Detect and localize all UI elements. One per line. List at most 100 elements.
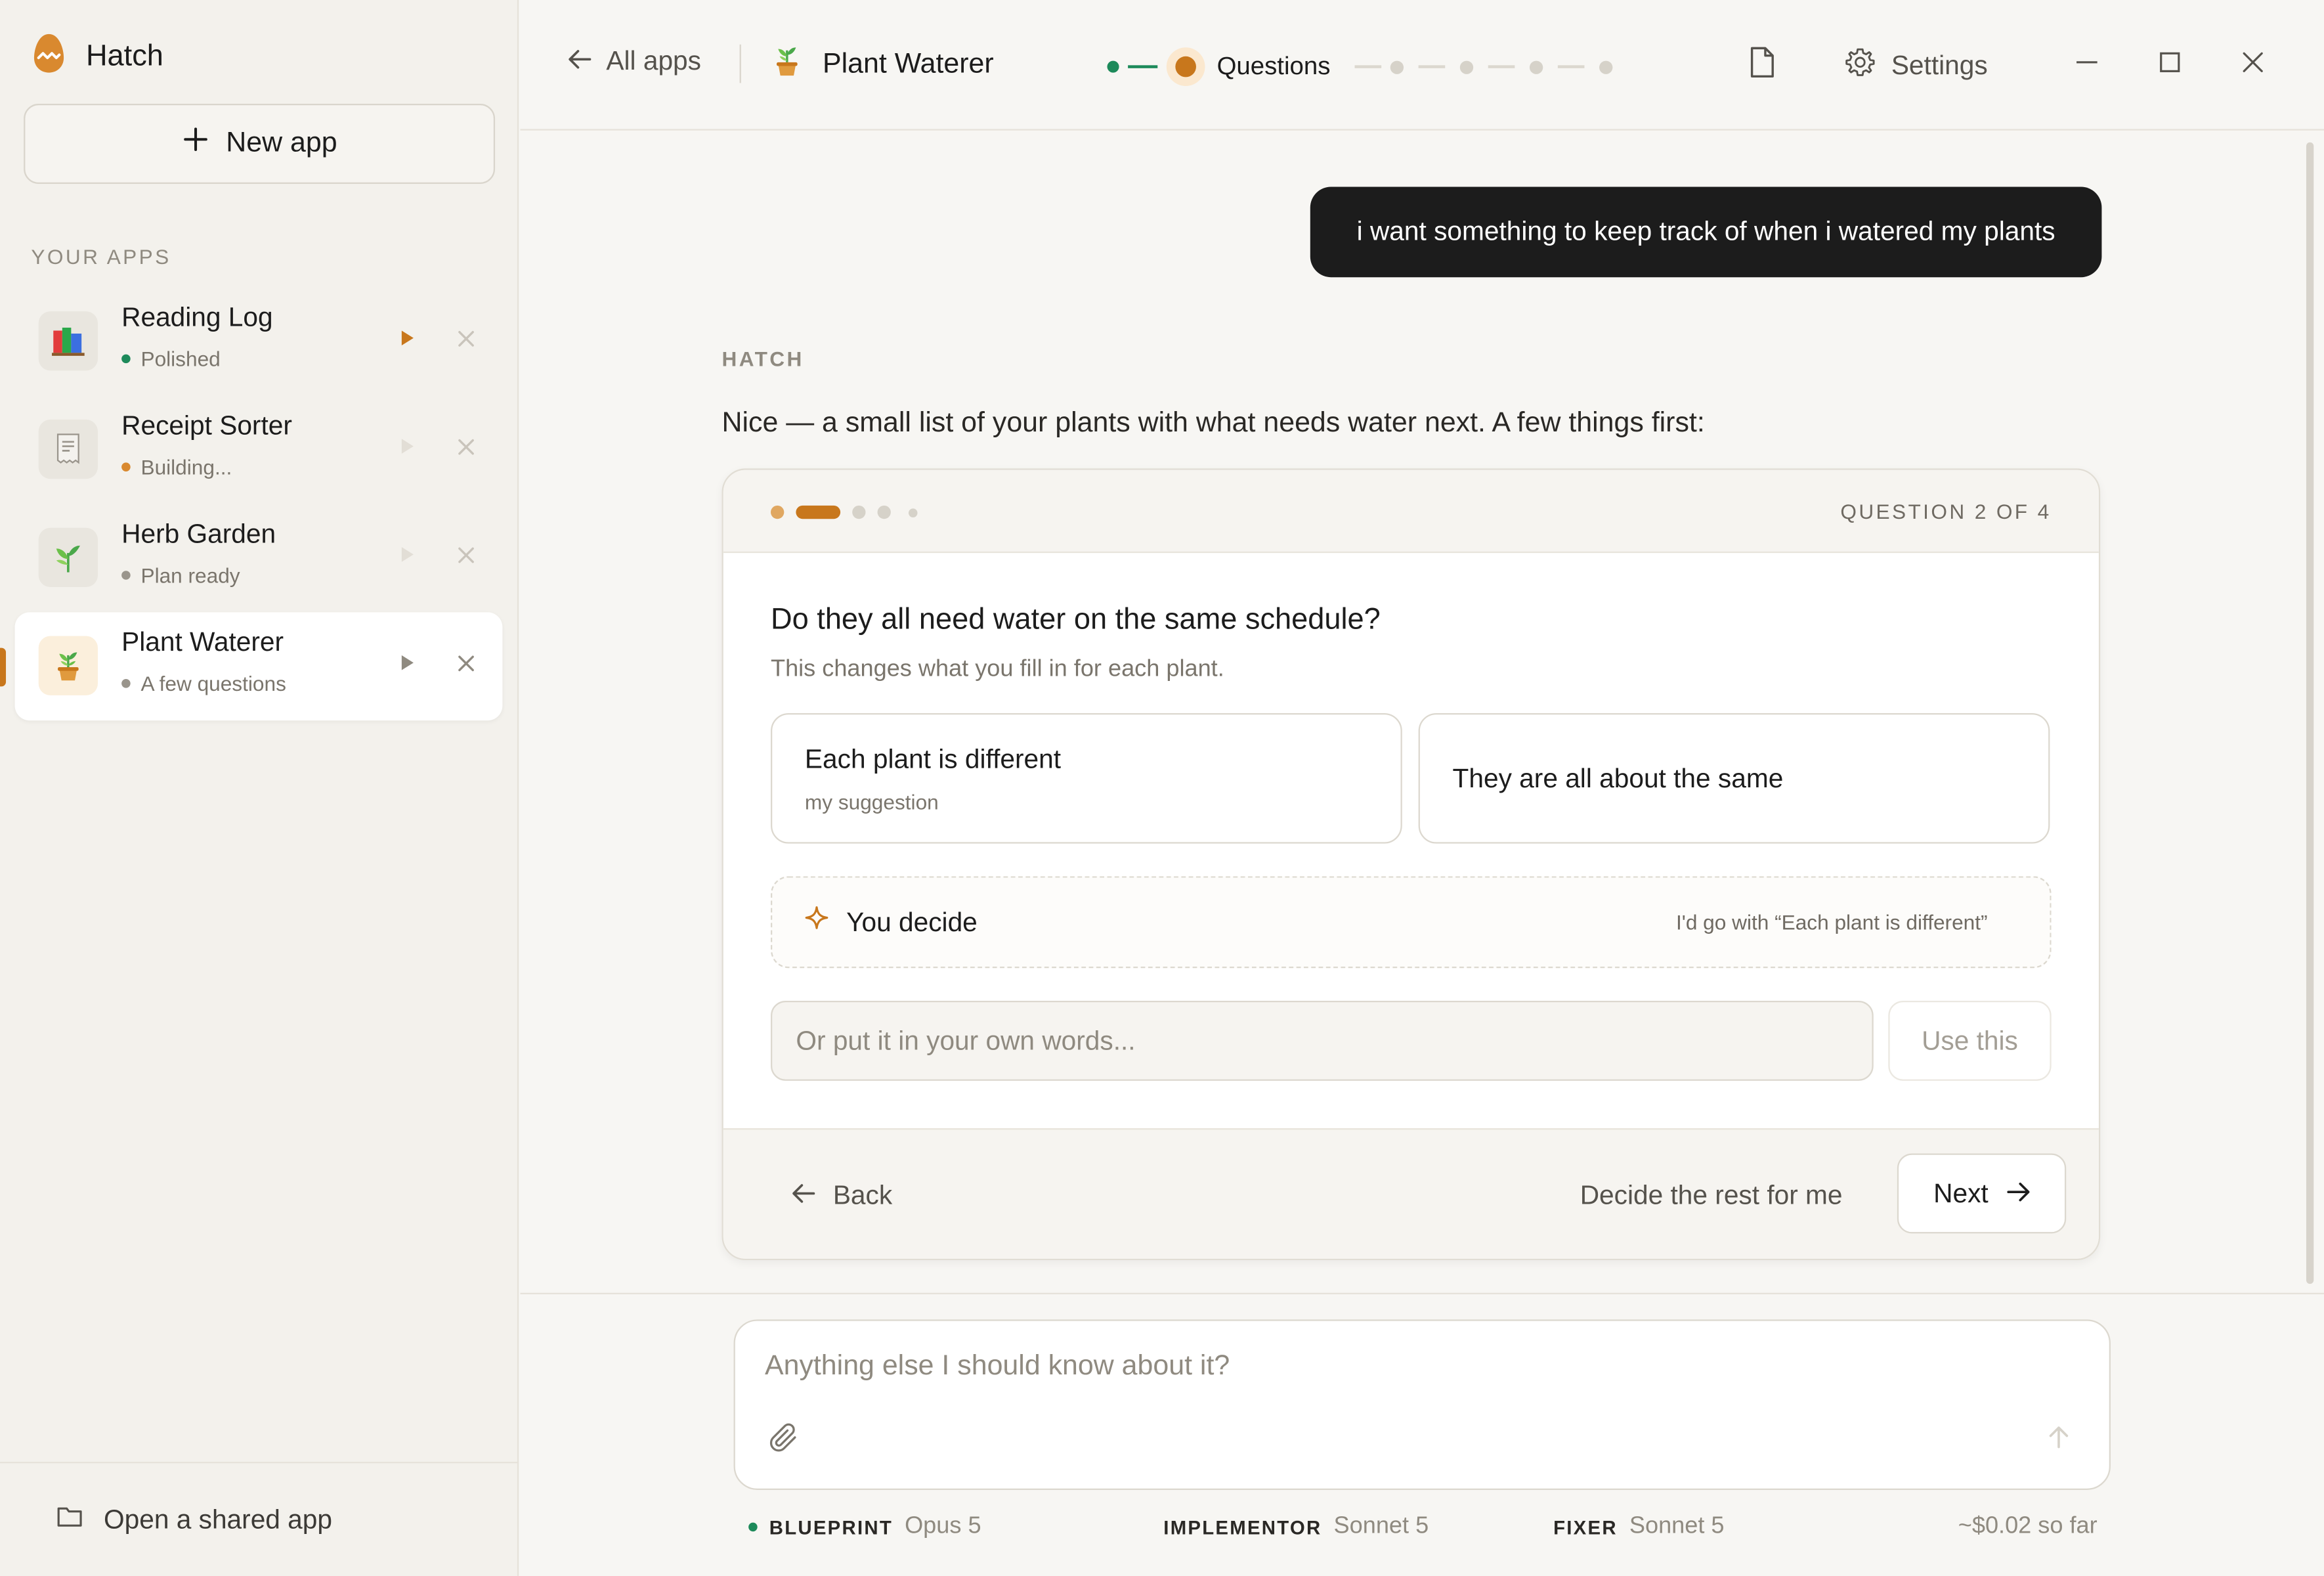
app-status: Building...: [121, 455, 232, 479]
use-this-button[interactable]: Use this: [1888, 1000, 2052, 1081]
paperclip-icon[interactable]: [767, 1422, 800, 1462]
model-name: Sonnet 5: [1333, 1514, 1429, 1539]
question-subtitle: This changes what you fill in for each p…: [771, 657, 1224, 682]
books-icon: [38, 311, 98, 371]
step-connector: [1557, 65, 1584, 68]
question-counter: QUESTION 2 OF 4: [1840, 499, 2052, 523]
document-icon[interactable]: [1749, 46, 1776, 86]
step-pending-dot: [1528, 60, 1543, 74]
scrollbar[interactable]: [2306, 142, 2314, 1284]
progress-dot-done: [771, 505, 785, 519]
sidebar-item-plant-waterer[interactable]: Plant Waterer A few questions: [14, 612, 503, 721]
option-all-same[interactable]: They are all about the same: [1418, 712, 2050, 844]
you-decide-hint: I'd go with “Each plant is different”: [1676, 910, 1988, 934]
question-title: Do they all need water on the same sched…: [771, 603, 1381, 636]
close-icon[interactable]: [454, 540, 477, 569]
build-stepper: Questions: [1107, 47, 1612, 86]
model-role: FIXER: [1553, 1516, 1618, 1539]
status-dot: [121, 571, 131, 580]
option-note: my suggestion: [804, 790, 939, 814]
step-pending-dot: [1599, 60, 1612, 74]
divider: [739, 44, 741, 83]
close-window-icon[interactable]: [2237, 46, 2270, 79]
minimize-icon[interactable]: [2071, 46, 2103, 79]
maximize-icon[interactable]: [2153, 46, 2186, 79]
new-app-label: New app: [226, 127, 337, 159]
step-connector: [1417, 65, 1445, 68]
active-item-marker: [0, 647, 7, 687]
status-dot: [121, 679, 131, 688]
status-dot: [121, 354, 131, 364]
own-words-input[interactable]: [771, 1000, 1874, 1081]
model-fixer: FIXER Sonnet 5: [1553, 1514, 1724, 1541]
model-role: IMPLEMENTOR: [1163, 1516, 1322, 1539]
egg-logo-icon: [33, 33, 66, 82]
step-current-label: Questions: [1216, 52, 1331, 80]
message-input[interactable]: [764, 1344, 2040, 1390]
arrow-left-icon: [792, 1180, 815, 1211]
back-label: Back: [832, 1180, 893, 1210]
send-arrow-icon[interactable]: [2047, 1425, 2071, 1456]
close-icon[interactable]: [454, 648, 477, 678]
new-app-button[interactable]: New app: [24, 104, 496, 184]
app-window: Hatch New app YOUR APPS Reading Log Poli…: [0, 0, 2324, 1576]
step-connector: [1128, 65, 1158, 68]
play-icon[interactable]: [397, 540, 418, 569]
play-icon[interactable]: [397, 323, 418, 353]
conversation: i want something to keep track of when i…: [520, 132, 2324, 1292]
current-app-title: Plant Waterer: [772, 45, 994, 86]
option-label: They are all about the same: [1452, 763, 1784, 793]
next-button[interactable]: Next: [1897, 1153, 2067, 1234]
decide-rest-button[interactable]: Decide the rest for me: [1580, 1180, 1843, 1211]
model-name: Sonnet 5: [1629, 1514, 1725, 1539]
plus-icon: [182, 126, 209, 162]
model-blueprint: BLUEPRINT Opus 5: [748, 1514, 981, 1541]
progress-dot-more: [908, 508, 918, 517]
option-label: Each plant is different: [804, 744, 1062, 774]
step-connector: [1354, 65, 1381, 68]
close-icon[interactable]: [454, 431, 477, 461]
app-status: A few questions: [121, 672, 286, 695]
all-apps-link[interactable]: All apps: [568, 46, 701, 77]
arrow-right-icon: [2006, 1178, 2030, 1209]
step-connector: [1487, 65, 1515, 68]
sparkle-icon: [805, 906, 828, 940]
assistant-label: HATCH: [721, 347, 804, 371]
play-icon[interactable]: [397, 648, 418, 678]
receipt-icon: [38, 419, 98, 479]
sidebar-item-receipt-sorter[interactable]: Receipt Sorter Building...: [15, 396, 503, 504]
open-shared-app-button[interactable]: Open a shared app: [56, 1505, 332, 1536]
model-info: BLUEPRINT Opus 5 IMPLEMENTOR Sonnet 5 FI…: [748, 1514, 2098, 1543]
sidebar-footer: Open a shared app: [0, 1462, 519, 1576]
next-label: Next: [1933, 1177, 1989, 1208]
app-status-text: Polished: [140, 347, 221, 371]
close-icon[interactable]: [454, 323, 477, 353]
question-card: QUESTION 2 OF 4 Do they all need water o…: [721, 468, 2101, 1261]
sidebar-item-herb-garden[interactable]: Herb Garden Plan ready: [15, 504, 503, 613]
question-progress: [771, 505, 918, 519]
step-pending-dot: [1389, 60, 1404, 74]
settings-label: Settings: [1891, 50, 1988, 80]
status-dot: [121, 462, 131, 471]
app-status: Plan ready: [121, 563, 240, 587]
step-pending-dot: [1459, 60, 1473, 74]
sidebar-item-reading-log[interactable]: Reading Log Polished: [15, 288, 503, 396]
model-name: Opus 5: [905, 1514, 981, 1539]
app-name: Herb Garden: [121, 519, 276, 549]
status-dot: [748, 1522, 758, 1532]
back-button[interactable]: Back: [792, 1180, 893, 1211]
app-name: Receipt Sorter: [121, 410, 292, 441]
option-each-plant-different[interactable]: Each plant is different my suggestion: [771, 712, 1402, 844]
you-decide-label: You decide: [846, 907, 978, 937]
play-icon[interactable]: [397, 431, 418, 461]
composer: [733, 1319, 2111, 1490]
current-app-name: Plant Waterer: [823, 49, 994, 80]
question-card-footer: Back Decide the rest for me Next: [723, 1128, 2099, 1259]
settings-button[interactable]: Settings: [1844, 46, 1988, 86]
cost-readout: ~$0.02 so far: [1958, 1514, 2098, 1539]
progress-dot-pending: [877, 505, 891, 519]
you-decide-option[interactable]: You decide I'd go with “Each plant is di…: [771, 876, 2052, 969]
potted-plant-icon: [38, 636, 98, 695]
question-card-header: QUESTION 2 OF 4: [723, 470, 2099, 554]
folder-icon: [56, 1505, 83, 1536]
